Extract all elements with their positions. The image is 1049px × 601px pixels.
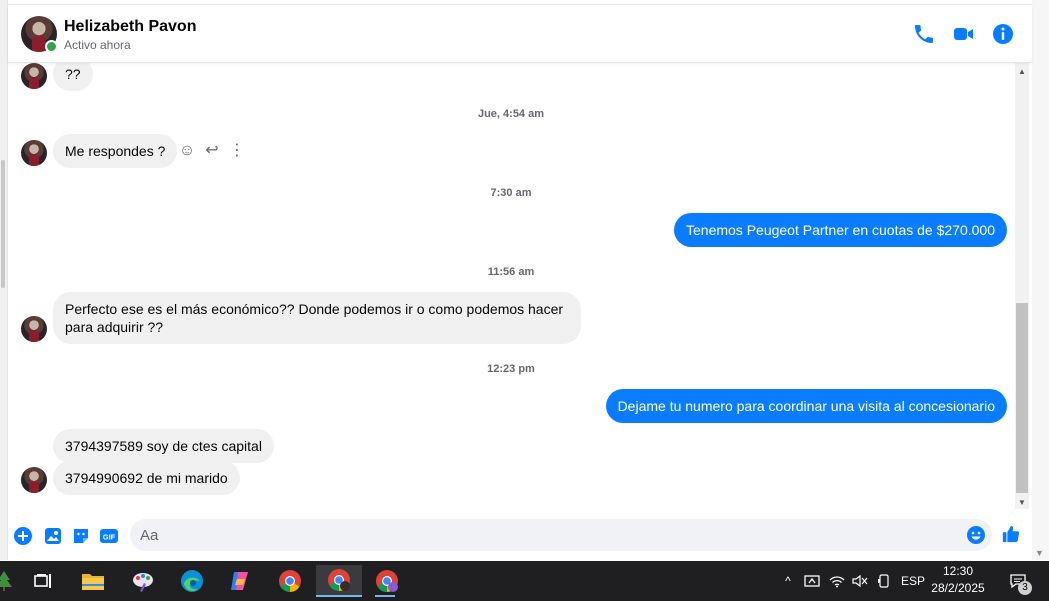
show-hidden-icons-chevron-icon[interactable]: ^ (778, 561, 798, 601)
emoji-icon[interactable] (966, 525, 986, 545)
sender-avatar[interactable] (21, 63, 47, 89)
message-bubble-incoming[interactable]: Perfecto ese es el más económico?? Donde… (53, 292, 581, 344)
message-bubble-outgoing[interactable]: Dejame tu numero para coordinar una visi… (605, 389, 1007, 423)
copilot-icon[interactable] (222, 565, 258, 597)
message-bubble-incoming[interactable]: 3794990692 de mi marido (53, 461, 240, 495)
scroll-up-arrow-icon[interactable]: ▲ (1018, 67, 1026, 76)
timestamp: 11:56 am (487, 266, 535, 278)
paint-icon[interactable] (125, 565, 161, 597)
contact-name[interactable]: Helizabeth Pavon (64, 18, 196, 36)
message-bubble-incoming[interactable]: ?? (53, 63, 93, 91)
edge-icon[interactable] (174, 565, 210, 597)
chrome-profile-icon[interactable] (316, 565, 362, 597)
message-input-box[interactable] (130, 519, 992, 551)
timestamp: Jue, 4:54 am (477, 108, 545, 120)
clock[interactable]: 12:30 28/2/2025 (928, 563, 988, 599)
language-indicator[interactable]: ESP (898, 561, 928, 601)
widgets-icon[interactable] (0, 565, 16, 597)
left-scrollbar[interactable] (0, 0, 8, 560)
reply-icon[interactable]: ↩ (203, 142, 221, 160)
page-scrollbar[interactable]: ▼ (1032, 0, 1049, 560)
volume-muted-icon[interactable] (850, 561, 870, 601)
message-bubble-outgoing[interactable]: Tenemos Peugeot Partner en cuotas de $27… (674, 213, 1007, 247)
gif-icon[interactable]: GIF (99, 526, 119, 546)
add-icon[interactable] (13, 526, 33, 546)
left-scrollbar-thumb[interactable] (1, 160, 5, 288)
sender-avatar[interactable] (21, 316, 47, 342)
message-input[interactable] (140, 519, 940, 551)
screen: ▼ Helizabeth Pavon Activo ahora ?? Jue, … (0, 0, 1049, 601)
sticker-icon[interactable] (71, 526, 91, 546)
device-icon[interactable] (874, 561, 894, 601)
scroll-down-arrow-icon[interactable]: ▼ (1018, 498, 1026, 507)
windows-taskbar: ^ ESP 12:30 28/2/2025 3 (0, 561, 1049, 601)
chrome-profile-2-icon[interactable] (367, 565, 407, 597)
thumbs-up-icon[interactable] (1001, 524, 1023, 546)
online-status-dot (45, 40, 58, 53)
sender-avatar[interactable] (21, 467, 47, 493)
notifications-icon[interactable]: 3 (1004, 561, 1032, 601)
onedrive-icon[interactable] (802, 561, 822, 601)
message-bubble-incoming[interactable]: 3794397589 soy de ctes capital (53, 429, 274, 463)
message-scrollbar-thumb[interactable] (1016, 303, 1028, 493)
chat-window: Helizabeth Pavon Activo ahora ?? Jue, 4:… (8, 4, 1032, 560)
emoji-react-icon[interactable]: ☺ (178, 142, 196, 160)
message-scrollbar[interactable]: ▲ ▼ (1015, 63, 1029, 509)
wifi-icon[interactable] (827, 561, 847, 601)
video-camera-icon[interactable] (952, 22, 976, 46)
phone-icon[interactable] (912, 22, 936, 46)
clock-time: 12:30 (942, 564, 974, 578)
timestamp: 12:23 pm (487, 363, 535, 375)
message-composer: GIF (8, 515, 1032, 557)
contact-status: Activo ahora (64, 38, 131, 52)
image-icon[interactable] (43, 526, 63, 546)
message-bubble-incoming[interactable]: Me respondes ? (53, 134, 178, 168)
chat-header: Helizabeth Pavon Activo ahora (8, 5, 1032, 63)
sender-avatar[interactable] (21, 140, 47, 166)
file-explorer-icon[interactable] (75, 565, 111, 597)
timestamp: 7:30 am (490, 187, 532, 199)
scroll-down-arrow-icon[interactable]: ▼ (1035, 548, 1044, 558)
clock-date: 28/2/2025 (931, 581, 985, 595)
chrome-icon[interactable] (272, 565, 308, 597)
more-options-icon[interactable]: ⋮ (228, 142, 246, 160)
gif-label: GIF (103, 533, 116, 542)
message-list[interactable]: ?? Jue, 4:54 am Me respondes ? ☺ ↩ ⋮ 7:3… (8, 63, 1016, 513)
task-view-icon[interactable] (25, 565, 61, 597)
notification-count-badge: 3 (1018, 581, 1032, 595)
info-icon[interactable] (991, 22, 1015, 46)
